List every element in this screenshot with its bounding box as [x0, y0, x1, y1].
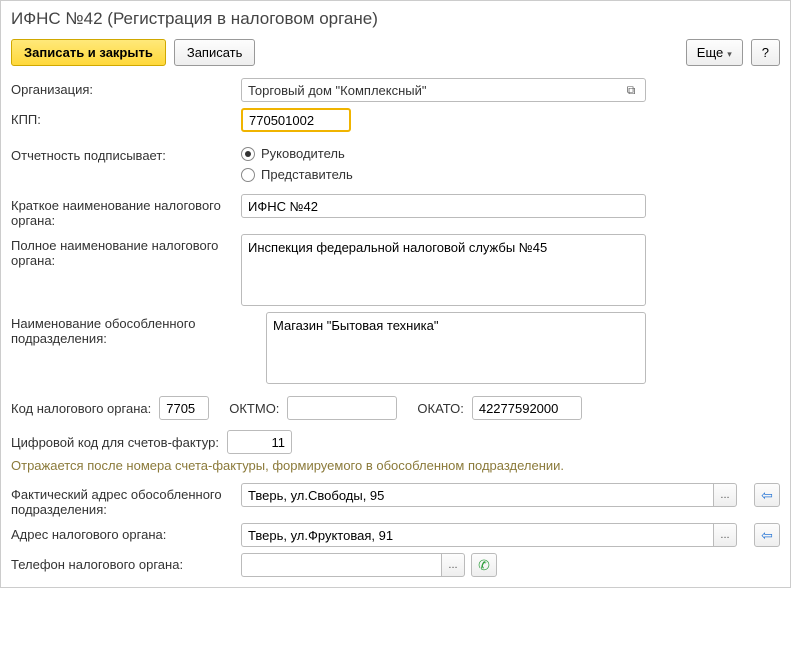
more-button[interactable]: Еще: [686, 39, 743, 66]
org-label: Организация:: [11, 78, 241, 97]
actual-address-input[interactable]: [241, 483, 713, 507]
phone-call-button[interactable]: ✆: [471, 553, 497, 577]
kpp-input[interactable]: [241, 108, 351, 132]
tax-code-input[interactable]: [159, 396, 209, 420]
phone-input[interactable]: [241, 553, 441, 577]
oktmo-input[interactable]: [287, 396, 397, 420]
okato-label: ОКАТО:: [417, 401, 463, 416]
tax-code-label: Код налогового органа:: [11, 401, 151, 416]
arrow-left-icon: ⇦: [761, 487, 773, 504]
subdivision-label: Наименование обособленного подразделения…: [11, 312, 266, 346]
oktmo-label: ОКТМО:: [229, 401, 279, 416]
window: ИФНС №42 (Регистрация в налоговом органе…: [0, 0, 791, 588]
actual-address-label: Фактический адрес обособленного подразде…: [11, 483, 241, 517]
save-close-button[interactable]: Записать и закрыть: [11, 39, 166, 66]
signer-radio-director[interactable]: Руководитель: [241, 146, 353, 161]
signer-label: Отчетность подписывает:: [11, 144, 241, 163]
open-ref-icon[interactable]: ⧉: [623, 83, 639, 98]
help-button[interactable]: ?: [751, 39, 780, 66]
radio-label-director: Руководитель: [261, 146, 345, 161]
digital-code-input[interactable]: [227, 430, 292, 454]
signer-radio-group: Руководитель Представитель: [241, 144, 353, 182]
save-button[interactable]: Записать: [174, 39, 256, 66]
okato-input[interactable]: [472, 396, 582, 420]
subdivision-input[interactable]: Магазин "Бытовая техника": [266, 312, 646, 384]
actual-address-back-button[interactable]: ⇦: [754, 483, 780, 507]
full-name-label: Полное наименование налогового органа:: [11, 234, 241, 268]
kpp-label: КПП:: [11, 108, 241, 127]
tax-address-input[interactable]: [241, 523, 713, 547]
toolbar: Записать и закрыть Записать Еще ?: [11, 39, 780, 66]
tax-address-back-button[interactable]: ⇦: [754, 523, 780, 547]
phone-picker-button[interactable]: ...: [441, 553, 465, 577]
full-name-input[interactable]: Инспекция федеральной налоговой службы №…: [241, 234, 646, 306]
short-name-label: Краткое наименование налогового органа:: [11, 194, 241, 228]
org-value: Торговый дом "Комплексный": [248, 83, 623, 98]
phone-icon: ✆: [478, 557, 490, 574]
tax-address-picker-button[interactable]: ...: [713, 523, 737, 547]
digital-code-hint: Отражается после номера счета-фактуры, ф…: [11, 458, 780, 473]
page-title: ИФНС №42 (Регистрация в налоговом органе…: [11, 9, 780, 29]
tax-address-label: Адрес налогового органа:: [11, 523, 241, 542]
radio-label-representative: Представитель: [261, 167, 353, 182]
signer-radio-representative[interactable]: Представитель: [241, 167, 353, 182]
arrow-left-icon: ⇦: [761, 527, 773, 544]
radio-icon: [241, 147, 255, 161]
digital-code-label: Цифровой код для счетов-фактур:: [11, 435, 219, 450]
org-input[interactable]: Торговый дом "Комплексный" ⧉: [241, 78, 646, 102]
actual-address-picker-button[interactable]: ...: [713, 483, 737, 507]
phone-label: Телефон налогового органа:: [11, 553, 241, 572]
short-name-input[interactable]: [241, 194, 646, 218]
radio-icon: [241, 168, 255, 182]
